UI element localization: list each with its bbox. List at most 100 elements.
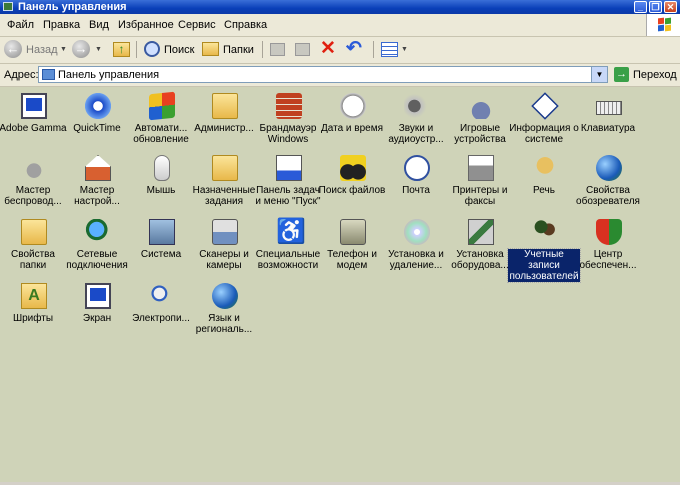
back-arrow-icon: ← (4, 40, 22, 58)
window: Панель управления _ ❐ ✕ Файл Правка Вид … (0, 0, 680, 485)
system-icon (149, 219, 175, 245)
menu-help[interactable]: Справка (224, 19, 267, 31)
item-label: Клавиатура (580, 123, 636, 134)
copy-to-icon (295, 43, 310, 56)
go-button[interactable]: → Переход (612, 67, 678, 84)
address-dropdown-button[interactable]: ▼ (591, 67, 607, 82)
toolbar: ← Назад ▼ → ▼ ↑ Поиск Папки ✕ ↶ ▼ (0, 37, 680, 64)
close-button[interactable]: ✕ (664, 1, 677, 13)
move-to-button[interactable] (268, 40, 288, 60)
item-label: Дата и время (320, 123, 383, 134)
menu-bar: Файл Правка Вид Избранное Сервис Справка (0, 14, 680, 37)
menu-file[interactable]: Файл (7, 19, 34, 31)
windows-logo-icon (646, 14, 680, 36)
menu-view[interactable]: Вид (89, 19, 109, 31)
item-label: Сетевые подключения (66, 249, 128, 271)
chevron-down-icon: ▼ (95, 46, 102, 53)
item-label: Информация о системе (509, 123, 579, 145)
search-label: Поиск (164, 44, 195, 56)
delete-button[interactable]: ✕ (319, 39, 339, 60)
item-label: Поиск файлов (318, 185, 386, 196)
clock-icon (340, 93, 366, 119)
minimize-button[interactable]: _ (634, 1, 647, 13)
views-button[interactable]: ▼ (380, 40, 410, 60)
item-label: Мышь (146, 185, 176, 196)
security-center-icon (596, 219, 622, 245)
chevron-down-icon: ▼ (60, 46, 67, 53)
info-icon (531, 92, 559, 120)
go-arrow-icon: → (614, 67, 629, 82)
go-label: Переход (633, 69, 677, 81)
item-label: Adobe Gamma (0, 123, 67, 134)
move-to-icon (270, 43, 285, 56)
item-label: Телефон и модем (327, 249, 377, 271)
menu-edit[interactable]: Правка (43, 19, 80, 31)
windows-update-icon (149, 91, 175, 121)
printer-icon (468, 155, 494, 181)
item-label: Электропи... (132, 313, 190, 324)
monitor-icon (21, 93, 47, 119)
up-folder-button[interactable]: ↑ (112, 40, 132, 60)
forward-arrow-icon: → (72, 40, 90, 58)
quicktime-icon (85, 93, 111, 119)
folder-options-icon (21, 219, 47, 245)
item-label: Звуки и аудиоустр... (388, 123, 444, 145)
mail-icon (404, 155, 430, 181)
regional-icon (212, 283, 238, 309)
mouse-icon (154, 155, 170, 181)
speaker-icon (404, 93, 430, 119)
control-panel-items: Adobe Gamma QuickTime Автомати... обновл… (0, 87, 680, 482)
add-remove-icon (404, 219, 430, 245)
separator (136, 41, 137, 58)
undo-icon: ↶ (346, 38, 362, 59)
menu-favorites[interactable]: Избранное (118, 19, 174, 31)
separator (373, 41, 374, 58)
user-accounts-icon (532, 219, 558, 245)
item-label: Свойства папки (11, 249, 55, 271)
item-label: Язык и региональ... (195, 313, 253, 335)
item-label: Игровые устройства (454, 123, 506, 145)
separator (262, 41, 263, 58)
window-title: Панель управления (18, 1, 127, 13)
item-label: Автомати... обновление (133, 123, 189, 145)
display-icon (85, 283, 111, 309)
item-label: Экран (82, 313, 112, 324)
item-label: QuickTime (73, 123, 121, 134)
network-icon (85, 219, 111, 245)
network-setup-icon (85, 155, 111, 181)
forward-button[interactable]: → ▼ (72, 40, 104, 60)
accessibility-icon: ♿ (276, 218, 306, 245)
undo-button[interactable]: ↶ (345, 38, 367, 60)
folders-button[interactable]: Папки (200, 40, 256, 60)
item-label: Назначенные задания (192, 185, 256, 207)
title-bar[interactable]: Панель управления _ ❐ ✕ (0, 0, 680, 14)
menu-tools[interactable]: Сервис (178, 19, 216, 31)
wireless-wizard-icon (21, 155, 47, 181)
item-label: Учетные записи пользователей (507, 248, 581, 283)
views-icon (381, 42, 398, 57)
scheduled-tasks-icon (212, 155, 238, 181)
joystick-icon (468, 93, 494, 119)
chevron-down-icon: ▼ (401, 46, 408, 53)
power-icon (149, 283, 175, 309)
control-panel-icon (42, 69, 55, 80)
taskbar-icon (276, 155, 302, 181)
copy-to-button[interactable] (293, 40, 313, 60)
address-bar: Адрес: Панель управления ▼ → Переход (0, 64, 680, 87)
back-label: Назад (26, 44, 58, 56)
hardware-icon (468, 219, 494, 245)
back-button[interactable]: ← Назад ▼ (4, 40, 67, 60)
control-panel-icon (3, 2, 13, 11)
item-label: Администр... (194, 123, 254, 134)
folders-label: Папки (223, 44, 254, 56)
maximize-button[interactable]: ❐ (649, 1, 662, 13)
item-label: Речь (533, 185, 555, 196)
item-label: Мастер настрой... (74, 185, 120, 207)
item-label: Почта (402, 185, 430, 196)
address-input[interactable]: Панель управления ▼ (38, 66, 608, 83)
item-label: Принтеры и факсы (452, 185, 508, 207)
item-label: Центр обеспечен... (579, 249, 637, 271)
item-label: Мастер беспровод... (4, 185, 62, 207)
search-button[interactable]: Поиск (142, 40, 194, 60)
admin-tools-icon (212, 93, 238, 119)
